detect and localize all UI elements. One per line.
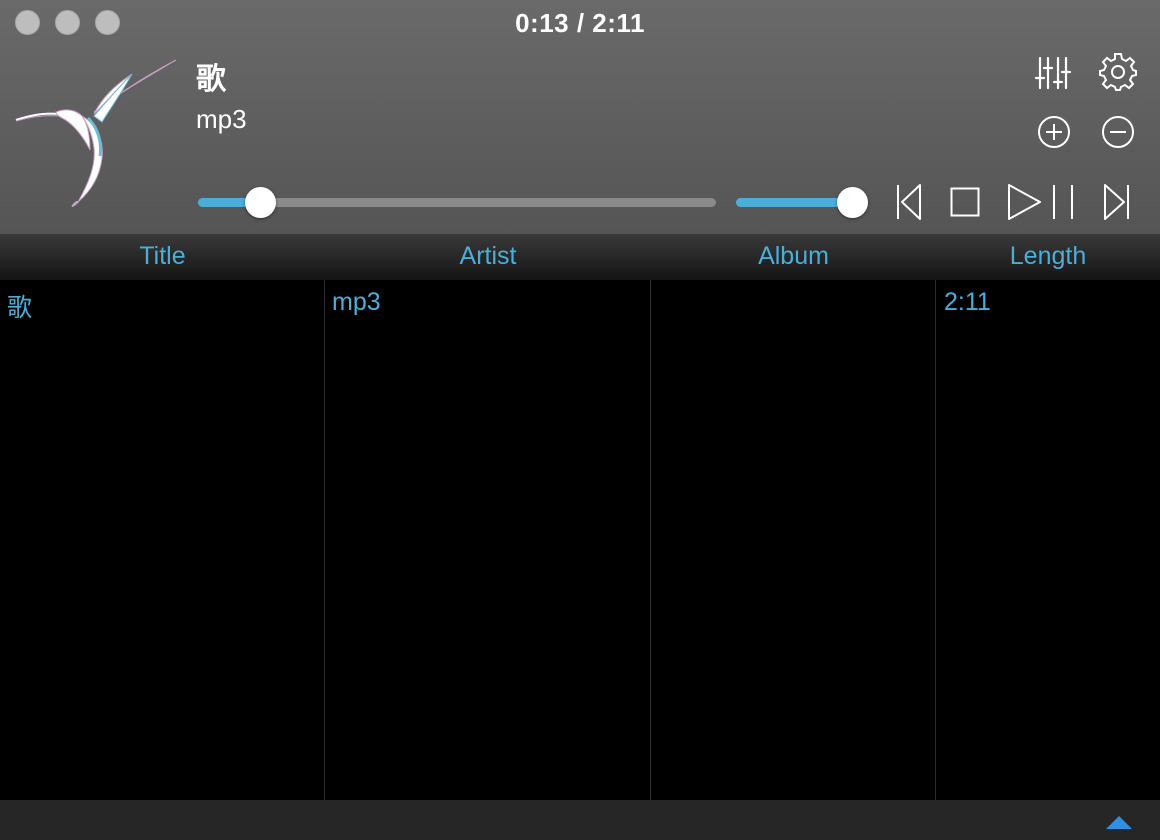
player-header: 0:13 / 2:11 歌 mp3 [0, 0, 1160, 234]
column-header-artist[interactable]: Artist [325, 234, 651, 280]
skip-next-icon[interactable] [1102, 182, 1132, 222]
table-row[interactable]: 歌 mp3 2:11 [0, 280, 1160, 326]
player-window: 0:13 / 2:11 歌 mp3 Title Artist Album Len… [0, 0, 1160, 840]
column-divider [935, 280, 936, 800]
plus-circle-icon[interactable] [1036, 114, 1072, 150]
hummingbird-logo [15, 59, 177, 207]
volume-fill [736, 198, 853, 207]
column-divider [650, 280, 651, 800]
playlist-table: 歌 mp3 2:11 [0, 280, 1160, 800]
cell-length: 2:11 [944, 288, 991, 316]
column-header-length[interactable]: Length [936, 234, 1160, 280]
equalizer-icon[interactable] [1034, 54, 1074, 92]
time-display: 0:13 / 2:11 [515, 8, 645, 38]
column-header-album[interactable]: Album [651, 234, 936, 280]
now-playing-title: 歌 [196, 63, 226, 96]
column-divider [324, 280, 325, 800]
volume-thumb[interactable] [837, 187, 868, 218]
stop-icon[interactable] [950, 187, 980, 217]
playlist-column-header: Title Artist Album Length [0, 234, 1160, 280]
progress-slider[interactable] [198, 187, 716, 218]
column-header-title[interactable]: Title [0, 234, 325, 280]
minus-circle-icon[interactable] [1100, 114, 1136, 150]
footer-bar [0, 800, 1160, 840]
progress-thumb[interactable] [244, 187, 276, 218]
play-pause-icon[interactable] [1006, 182, 1078, 222]
chevron-up-icon[interactable] [1106, 816, 1132, 834]
skip-previous-icon[interactable] [894, 182, 924, 222]
now-playing-artist: mp3 [196, 104, 247, 134]
cell-artist: mp3 [332, 288, 381, 316]
cell-title: 歌 [7, 294, 33, 322]
volume-slider[interactable] [736, 187, 868, 218]
gear-icon[interactable] [1098, 52, 1138, 92]
